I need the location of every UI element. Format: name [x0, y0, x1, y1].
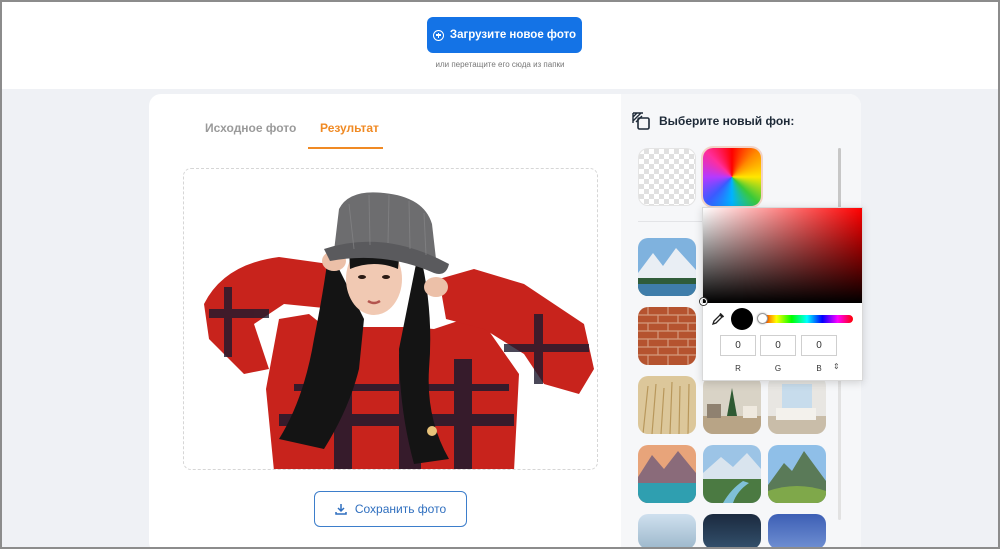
bg-thumb-brick-wall[interactable]	[638, 307, 696, 365]
b-label: B	[816, 364, 822, 373]
r-label: R	[735, 364, 741, 373]
bg-thumb-living-room-christmas[interactable]	[703, 376, 761, 434]
hue-slider-handle[interactable]	[757, 313, 768, 324]
b-input[interactable]: 0	[801, 335, 837, 356]
current-color-swatch	[731, 308, 753, 330]
hue-slider[interactable]	[761, 315, 853, 323]
upload-header: Загрузите новое фото или перетащите его …	[0, 0, 1000, 89]
plus-circle-icon	[432, 29, 444, 41]
panel-scrollbar-thumb[interactable]	[838, 148, 841, 208]
layers-icon	[632, 112, 650, 130]
upload-photo-button[interactable]: Загрузите новое фото	[427, 17, 582, 53]
color-mode-toggle-icon[interactable]: ⇕	[833, 362, 840, 371]
result-canvas	[183, 168, 598, 470]
bg-thumb-partial-3[interactable]	[768, 514, 826, 549]
saturation-area[interactable]	[703, 208, 862, 303]
bg-thumb-transparent[interactable]	[638, 148, 696, 206]
bg-thumb-green-mountains[interactable]	[768, 445, 826, 503]
panel-title: Выберите новый фон:	[659, 114, 795, 128]
saturation-handle[interactable]	[700, 298, 707, 305]
bg-thumb-partial-1[interactable]	[638, 514, 696, 549]
bg-thumb-wheat-field[interactable]	[638, 376, 696, 434]
g-input[interactable]: 0	[760, 335, 796, 356]
bg-thumb-mountain-river[interactable]	[703, 445, 761, 503]
bg-thumb-custom-color[interactable]	[703, 148, 761, 206]
eyedropper-icon[interactable]	[711, 312, 725, 326]
save-photo-button[interactable]: Сохранить фото	[314, 491, 467, 527]
g-label: G	[774, 364, 782, 373]
download-icon	[335, 504, 347, 515]
upload-photo-label: Загрузите новое фото	[449, 29, 577, 41]
active-tab-indicator	[308, 147, 383, 149]
bg-thumb-partial-2[interactable]	[703, 514, 761, 549]
upload-hint: или перетащите его сюда из папки	[435, 60, 565, 69]
cutout-person-image	[204, 192, 594, 469]
bg-thumb-living-room-bright[interactable]	[768, 376, 826, 434]
color-picker-popup: 0 0 0 R G B ⇕	[700, 207, 863, 381]
bg-thumb-mountain-lake-sunset[interactable]	[638, 445, 696, 503]
tab-result[interactable]: Результат	[320, 121, 379, 135]
bg-thumb-mountain-lake[interactable]	[638, 238, 696, 296]
r-input[interactable]: 0	[720, 335, 756, 356]
tab-original-photo[interactable]: Исходное фото	[205, 121, 296, 135]
save-photo-label: Сохранить фото	[354, 502, 447, 516]
